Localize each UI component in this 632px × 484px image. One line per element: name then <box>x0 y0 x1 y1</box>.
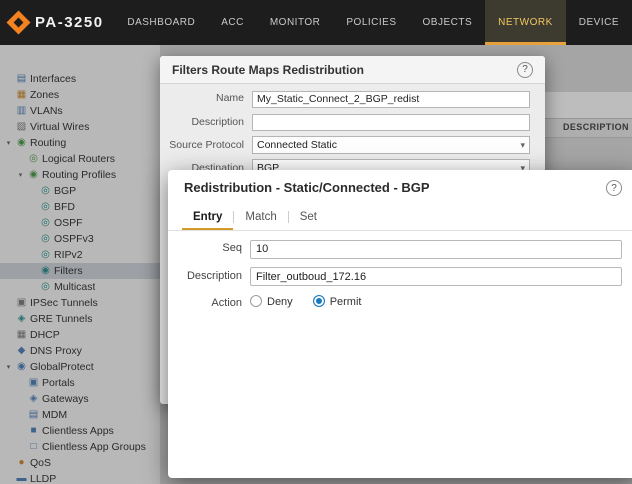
seq-row: Seq <box>168 239 622 259</box>
description-row: Description <box>160 113 533 132</box>
nav-tab-policies[interactable]: POLICIES <box>333 0 409 45</box>
pan-os-app: DESCRIPTION ▤Interfaces▦Zones▥VLANs▧Virt… <box>0 0 632 484</box>
name-row: Name <box>160 89 533 108</box>
nav-tab-objects[interactable]: OBJECTS <box>410 0 486 45</box>
nav-tab-monitor[interactable]: MONITOR <box>257 0 334 45</box>
radio-label: Permit <box>330 295 362 308</box>
action-row: Action Deny Permit <box>168 294 622 312</box>
tab-set[interactable]: Set <box>289 204 328 230</box>
seq-label: Seq <box>168 239 250 254</box>
help-icon[interactable]: ? <box>517 62 533 78</box>
action-label: Action <box>168 294 250 309</box>
device-model-label: PA-3250 <box>35 14 104 31</box>
radio-selected-icon[interactable] <box>313 295 325 307</box>
source-protocol-row: Source Protocol Connected Static ▾ <box>160 136 533 154</box>
radio-label: Deny <box>267 295 293 308</box>
name-field[interactable] <box>252 91 530 108</box>
nav-tab-device[interactable]: DEVICE <box>566 0 632 45</box>
top-bar: PA-3250 DASHBOARDACCMONITORPOLICIESOBJEC… <box>0 0 632 45</box>
radio-unselected-icon[interactable] <box>250 295 262 307</box>
tab-entry[interactable]: Entry <box>182 204 233 230</box>
nav-tab-acc[interactable]: ACC <box>208 0 257 45</box>
source-protocol-select[interactable]: Connected Static ▾ <box>252 136 530 154</box>
dialog-redistribution-entry: Redistribution - Static/Connected - BGP … <box>168 170 632 478</box>
nav-tab-network[interactable]: NETWORK <box>485 0 566 45</box>
source-protocol-label: Source Protocol <box>160 136 252 152</box>
tab-match[interactable]: Match <box>234 204 287 230</box>
name-label: Name <box>160 89 252 105</box>
source-protocol-value: Connected Static <box>257 139 337 151</box>
help-icon[interactable]: ? <box>606 180 622 196</box>
primary-nav: DASHBOARDACCMONITORPOLICIESOBJECTSNETWOR… <box>114 0 632 45</box>
nav-tab-dashboard[interactable]: DASHBOARD <box>114 0 208 45</box>
chevron-down-icon: ▾ <box>520 140 525 151</box>
dialog2-title: Redistribution - Static/Connected - BGP <box>184 180 430 195</box>
dialog1-title: Filters Route Maps Redistribution <box>172 63 364 77</box>
radio-option-permit[interactable]: Permit <box>313 295 362 308</box>
logo: PA-3250 <box>0 0 114 45</box>
entry-description-row: Description <box>168 267 622 287</box>
description-field[interactable] <box>252 114 530 131</box>
seq-field[interactable] <box>250 240 622 259</box>
dialog2-titlebar: Redistribution - Static/Connected - BGP … <box>168 170 632 204</box>
dialog2-tabs: EntryMatchSet <box>168 204 632 231</box>
pan-logo-icon <box>6 10 30 34</box>
entry-description-label: Description <box>168 267 250 282</box>
entry-description-field[interactable] <box>250 267 622 286</box>
radio-option-deny[interactable]: Deny <box>250 295 293 308</box>
description-label: Description <box>160 113 252 129</box>
dialog1-titlebar: Filters Route Maps Redistribution ? <box>160 56 545 84</box>
action-options: Deny Permit <box>250 294 622 312</box>
